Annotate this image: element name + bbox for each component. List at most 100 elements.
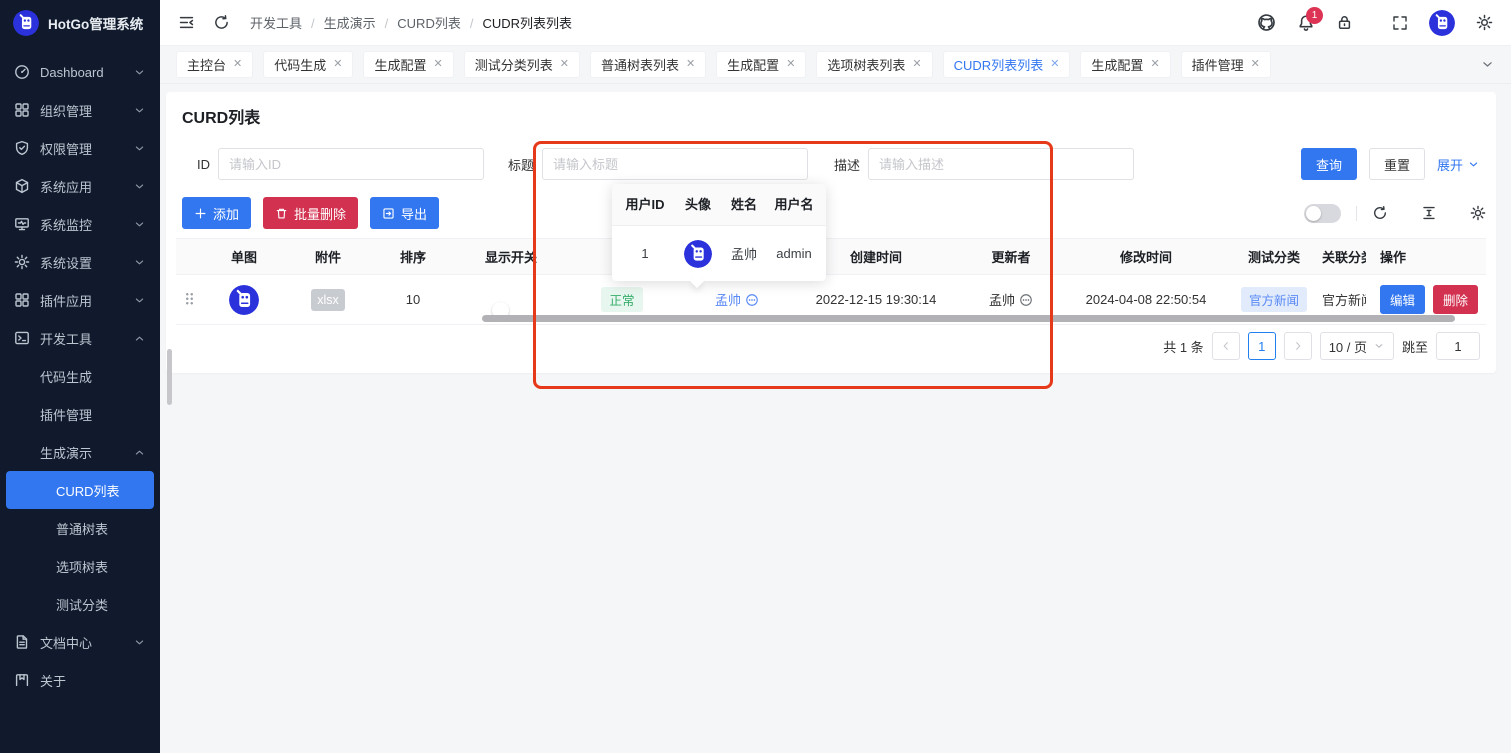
page-number[interactable]: 1 bbox=[1248, 332, 1276, 360]
chevron-left-icon bbox=[1220, 340, 1232, 352]
col-sort: 排序 bbox=[370, 239, 456, 275]
side-menu: Dashboard 组织管理 权限管理 系统应用 系统监控 bbox=[0, 46, 160, 699]
attachment-badge[interactable]: xlsx bbox=[311, 289, 345, 311]
close-icon[interactable] bbox=[233, 59, 242, 70]
sidebar-item-about[interactable]: 关于 bbox=[0, 661, 160, 699]
user-avatar[interactable] bbox=[1429, 10, 1455, 36]
lock-icon[interactable] bbox=[1336, 14, 1353, 31]
sidebar-item-system-monitor[interactable]: 系统监控 bbox=[0, 205, 160, 243]
breadcrumb-item[interactable]: CURD列表 bbox=[397, 13, 482, 32]
sidebar-item-doc-center[interactable]: 文档中心 bbox=[0, 623, 160, 661]
close-icon[interactable] bbox=[1251, 59, 1260, 70]
sidebar-item-system-settings[interactable]: 系统设置 bbox=[0, 243, 160, 281]
export-button[interactable]: 导出 bbox=[370, 197, 439, 229]
breadcrumb-item[interactable]: 生成演示 bbox=[324, 13, 398, 32]
page-size-select[interactable]: 10 / 页 bbox=[1320, 332, 1394, 360]
chevron-down-icon bbox=[133, 218, 146, 231]
tabs-dropdown-chevron-icon[interactable] bbox=[1480, 57, 1495, 72]
sidebar-item-plugin-manage[interactable]: 插件管理 bbox=[0, 395, 160, 433]
popover-username: admin bbox=[766, 246, 822, 261]
chevron-right-icon bbox=[1292, 340, 1304, 352]
close-icon[interactable] bbox=[686, 59, 695, 70]
notifications[interactable]: 1 bbox=[1297, 14, 1315, 32]
grid-icon bbox=[14, 292, 30, 308]
table-header-row: 单图 附件 排序 显示开关 创建时间 更新者 修改时间 测试分类 关联分类 操作 bbox=[176, 239, 1486, 275]
close-icon[interactable] bbox=[1050, 59, 1059, 70]
table-actions-row: 添加 批量删除 导出 bbox=[182, 197, 1486, 229]
creator-link[interactable]: 孟帅 bbox=[715, 290, 759, 309]
user-info-icon bbox=[1019, 293, 1033, 307]
tab-cudr-list-active[interactable]: CUDR列表列表 bbox=[943, 51, 1071, 78]
sidebar-item-permission[interactable]: 权限管理 bbox=[0, 129, 160, 167]
row-image-avatar[interactable] bbox=[229, 285, 259, 315]
chevron-down-icon bbox=[1373, 340, 1385, 352]
close-icon[interactable] bbox=[1150, 59, 1159, 70]
edit-button[interactable]: 编辑 bbox=[1380, 285, 1425, 314]
app-title: HotGo管理系统 bbox=[48, 13, 143, 33]
table-refresh-icon[interactable] bbox=[1372, 205, 1388, 221]
sidebar-item-system-app[interactable]: 系统应用 bbox=[0, 167, 160, 205]
tab-normal-tree-list[interactable]: 普通树表列表 bbox=[590, 51, 706, 78]
striped-toggle[interactable] bbox=[1304, 204, 1341, 223]
next-page-button[interactable] bbox=[1284, 332, 1312, 360]
sidebar-item-org[interactable]: 组织管理 bbox=[0, 91, 160, 129]
tab-plugin-manage[interactable]: 插件管理 bbox=[1181, 51, 1271, 78]
grid-icon bbox=[14, 102, 30, 118]
status-badge: 正常 bbox=[601, 287, 642, 312]
reset-button[interactable]: 重置 bbox=[1369, 148, 1425, 180]
desc-input[interactable] bbox=[868, 148, 1134, 180]
row-density-icon[interactable] bbox=[1421, 205, 1437, 221]
drag-handle-icon[interactable] bbox=[185, 292, 194, 305]
add-button[interactable]: 添加 bbox=[182, 197, 251, 229]
breadcrumb-item[interactable]: 开发工具 bbox=[250, 13, 324, 32]
menu-fold-icon[interactable] bbox=[178, 14, 195, 31]
title-input[interactable] bbox=[542, 148, 808, 180]
vertical-scrollbar-thumb[interactable] bbox=[167, 349, 172, 405]
logo-row[interactable]: HotGo管理系统 bbox=[0, 0, 160, 46]
github-icon[interactable] bbox=[1257, 13, 1276, 32]
search-button[interactable]: 查询 bbox=[1301, 148, 1357, 180]
chevron-down-icon bbox=[133, 256, 146, 269]
close-icon[interactable] bbox=[912, 59, 921, 70]
close-icon[interactable] bbox=[786, 59, 795, 70]
column-settings-gear-icon[interactable] bbox=[1470, 205, 1486, 221]
delete-button[interactable]: 删除 bbox=[1433, 285, 1478, 314]
col-attachment: 附件 bbox=[286, 239, 370, 275]
sidebar-item-code-gen[interactable]: 代码生成 bbox=[0, 357, 160, 395]
settings-gear-icon[interactable] bbox=[1476, 14, 1493, 31]
close-icon[interactable] bbox=[433, 59, 442, 70]
sidebar-item-option-tree[interactable]: 选项树表 bbox=[0, 547, 160, 585]
col-updated-at: 修改时间 bbox=[1066, 239, 1226, 275]
gear-icon bbox=[14, 254, 30, 270]
horizontal-scrollbar-thumb[interactable] bbox=[482, 315, 1455, 322]
updater-value: 孟帅 bbox=[989, 290, 1033, 309]
sidebar-item-curd-list[interactable]: CURD列表 bbox=[6, 471, 154, 509]
notification-badge: 1 bbox=[1306, 7, 1323, 24]
id-input[interactable] bbox=[218, 148, 484, 180]
tab-gen-config-3[interactable]: 生成配置 bbox=[1080, 51, 1170, 78]
jump-page-input[interactable] bbox=[1436, 332, 1480, 360]
tab-option-tree-list[interactable]: 选项树表列表 bbox=[816, 51, 932, 78]
tab-gen-config-1[interactable]: 生成配置 bbox=[363, 51, 453, 78]
prev-page-button[interactable] bbox=[1212, 332, 1240, 360]
close-icon[interactable] bbox=[560, 59, 569, 70]
refresh-icon[interactable] bbox=[213, 14, 230, 31]
sidebar-item-test-category[interactable]: 测试分类 bbox=[0, 585, 160, 623]
tab-test-category-list[interactable]: 测试分类列表 bbox=[464, 51, 580, 78]
tab-code-gen[interactable]: 代码生成 bbox=[263, 51, 353, 78]
fullscreen-icon[interactable] bbox=[1392, 15, 1408, 31]
tab-main-console[interactable]: 主控台 bbox=[176, 51, 253, 78]
chevron-down-icon bbox=[133, 294, 146, 307]
sidebar-item-gen-demo[interactable]: 生成演示 bbox=[0, 433, 160, 471]
expand-toggle[interactable]: 展开 bbox=[1437, 155, 1480, 174]
sidebar-item-normal-tree[interactable]: 普通树表 bbox=[0, 509, 160, 547]
batch-delete-button[interactable]: 批量删除 bbox=[263, 197, 358, 229]
trash-icon bbox=[275, 207, 288, 220]
filter-title: 标题 bbox=[494, 148, 808, 180]
close-icon[interactable] bbox=[333, 59, 342, 70]
sidebar-item-plugin-app[interactable]: 插件应用 bbox=[0, 281, 160, 319]
sidebar-item-dashboard[interactable]: Dashboard bbox=[0, 53, 160, 91]
sidebar-item-devtools[interactable]: 开发工具 bbox=[0, 319, 160, 357]
tab-gen-config-2[interactable]: 生成配置 bbox=[716, 51, 806, 78]
col-updater: 更新者 bbox=[956, 239, 1066, 275]
